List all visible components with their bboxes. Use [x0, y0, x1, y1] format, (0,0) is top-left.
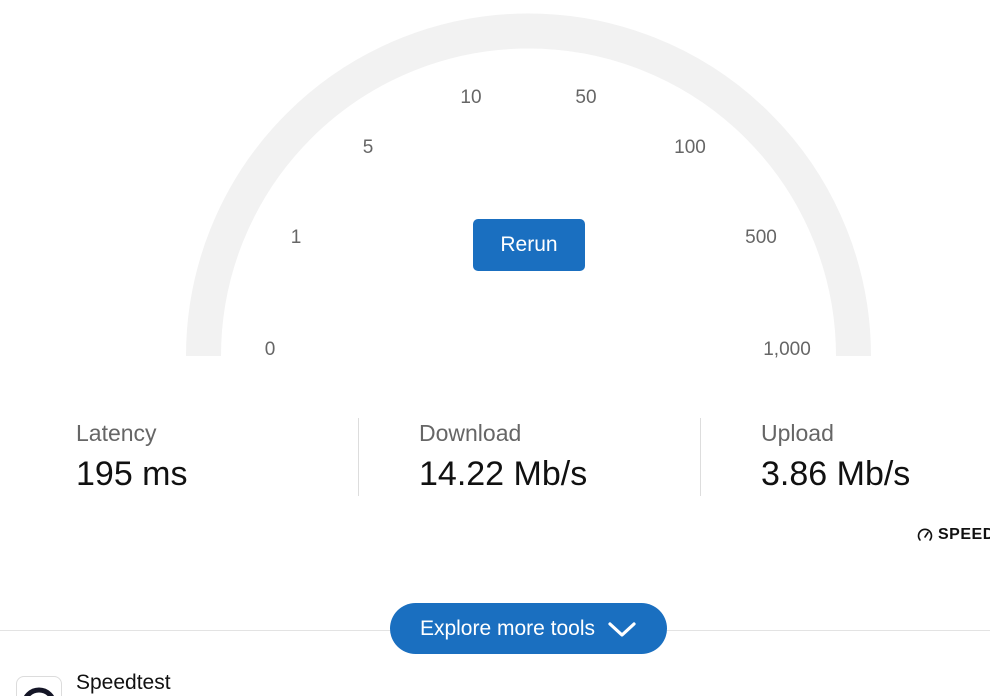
gauge-tick-0: 0 [264, 339, 276, 360]
gauge-tick-5: 5 [362, 137, 374, 158]
gauge-tick-1: 1 [290, 227, 302, 248]
download-metric: Download 14.22 Mb/s [419, 418, 587, 494]
gauge-tick-100: 100 [674, 137, 706, 158]
speedtest-widget: 0 1 5 10 50 100 500 1,000 Rerun Latency … [0, 0, 990, 696]
gauge-tick-50: 50 [575, 87, 597, 108]
rerun-button[interactable]: Rerun [473, 219, 585, 271]
brand-text: SPEED [938, 526, 990, 543]
gauge-tick-10: 10 [460, 87, 482, 108]
gauge-tick-1000: 1,000 [763, 339, 811, 360]
download-label: Download [419, 420, 522, 446]
chevron-down-icon [608, 621, 636, 637]
download-value: 14.22 Mb/s [419, 455, 588, 493]
metric-divider [358, 418, 359, 496]
latency-label: Latency [76, 420, 157, 446]
explore-label: Explore more tools [419, 616, 596, 640]
gauge-track [186, 13, 871, 357]
speedtest-brand-link[interactable]: SPEED [917, 526, 990, 544]
speedometer-icon [917, 528, 933, 541]
speedtest-result-title[interactable]: Speedtest [76, 671, 171, 695]
upload-metric: Upload 3.86 Mb/s [761, 418, 910, 494]
upload-value: 3.86 Mb/s [761, 455, 911, 493]
metric-divider [700, 418, 701, 496]
latency-metric: Latency 195 ms [76, 418, 188, 494]
explore-more-tools-button[interactable]: Explore more tools [390, 603, 667, 654]
gauge-tick-500: 500 [745, 227, 777, 248]
upload-label: Upload [761, 420, 834, 446]
latency-value: 195 ms [76, 455, 188, 493]
speedtest-app-icon [16, 676, 62, 696]
